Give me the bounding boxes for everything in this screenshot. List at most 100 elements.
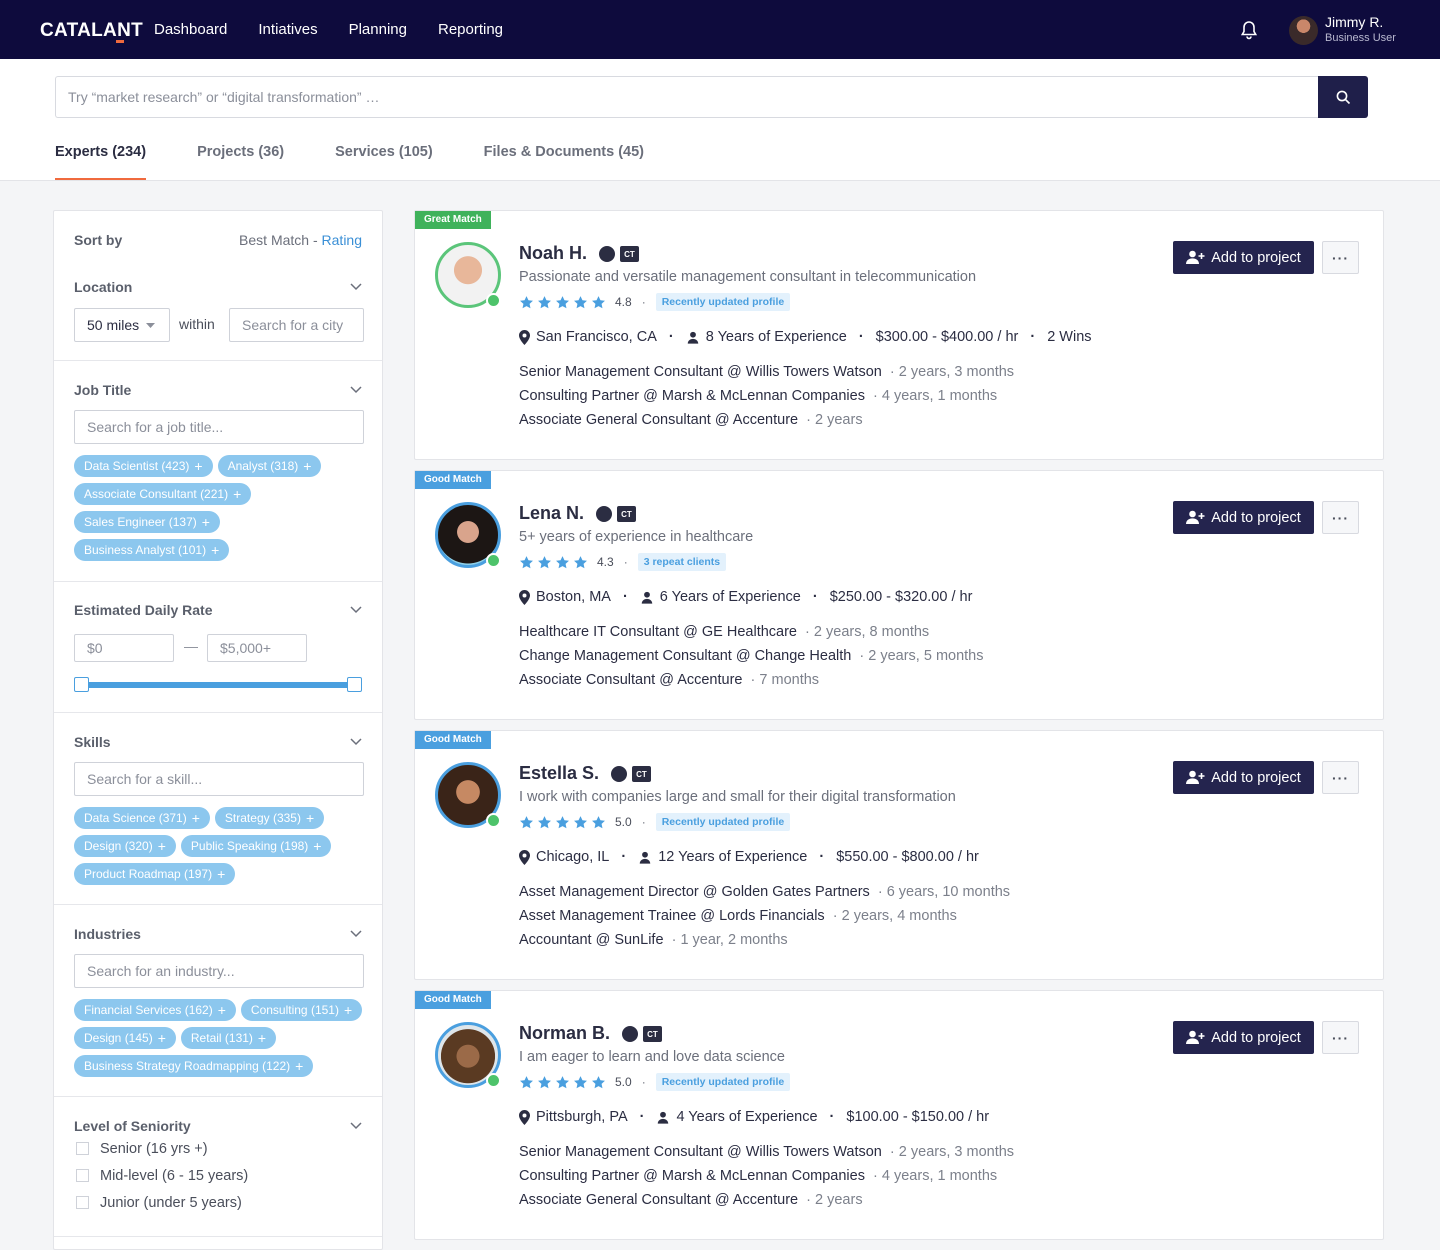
skills-input[interactable]	[74, 762, 364, 796]
skills-heading: Skills	[74, 734, 111, 750]
chip-associate-consultant[interactable]: Associate Consultant (221) +	[74, 483, 252, 505]
add-to-project-button[interactable]: Add to project	[1173, 1021, 1314, 1054]
chip-retail[interactable]: Retail (131) +	[180, 1027, 277, 1049]
plus-icon: +	[233, 486, 242, 502]
nav-initiatives[interactable]: Intiatives	[258, 21, 317, 38]
more-options-button[interactable]: ···	[1322, 241, 1359, 274]
add-to-project-button[interactable]: Add to project	[1173, 761, 1314, 794]
chevron-down-icon[interactable]	[350, 930, 362, 938]
chip-analyst[interactable]: Analyst (318) +	[217, 455, 322, 477]
catalant-logo[interactable]: CATALANT	[40, 20, 143, 43]
chevron-down-icon[interactable]	[350, 738, 362, 746]
expert-name[interactable]: Noah H.	[519, 243, 587, 264]
expert-card[interactable]: Good Match Lena N. CT 5+ years of experi…	[414, 470, 1384, 720]
expert-name[interactable]: Norman B.	[519, 1023, 610, 1044]
chip-business-analyst[interactable]: Business Analyst (101) +	[74, 539, 230, 561]
star-icon	[538, 555, 551, 568]
more-options-button[interactable]: ···	[1322, 1021, 1359, 1054]
add-to-project-button[interactable]: Add to project	[1173, 501, 1314, 534]
chip-product-roadmap[interactable]: Product Roadmap (197) +	[74, 863, 236, 885]
sort-label: Sort by	[74, 232, 123, 248]
chip-design-industry[interactable]: Design (145) +	[74, 1027, 176, 1049]
star-icon	[520, 1075, 533, 1088]
star-icon	[520, 555, 533, 568]
rate-slider-track[interactable]	[81, 682, 355, 688]
chevron-down-icon[interactable]	[350, 1122, 362, 1130]
seniority-senior[interactable]: Senior (16 yrs +)	[76, 1135, 248, 1162]
rate-slider-min-handle[interactable]	[74, 677, 89, 692]
nav-planning[interactable]: Planning	[349, 21, 407, 38]
bell-icon[interactable]	[1240, 20, 1258, 40]
city-search-input[interactable]	[229, 308, 364, 342]
add-to-project-button[interactable]: Add to project	[1173, 241, 1314, 274]
plus-icon: +	[201, 514, 210, 530]
nav-reporting[interactable]: Reporting	[438, 21, 503, 38]
expert-meta: Chicago, IL · 12 Years of Experience · $…	[519, 849, 979, 865]
expert-meta: Boston, MA · 6 Years of Experience · $25…	[519, 589, 972, 605]
team-icon	[596, 506, 612, 522]
separator-dot: ·	[623, 555, 628, 569]
chip-data-science[interactable]: Data Science (371) +	[74, 807, 210, 829]
checkbox[interactable]	[76, 1196, 89, 1209]
industries-heading: Industries	[74, 926, 141, 942]
history-role: Consulting Partner @ Marsh & McLennan Co…	[519, 388, 865, 404]
expert-name[interactable]: Estella S.	[519, 763, 599, 784]
user-name[interactable]: Jimmy R.	[1325, 14, 1383, 30]
expert-card[interactable]: Great Match Noah H. CT Passionate and ve…	[414, 210, 1384, 460]
rate-slider-max-handle[interactable]	[347, 677, 362, 692]
chip-financial-services[interactable]: Financial Services (162) +	[74, 999, 236, 1021]
history-row: Associate Consultant @ Accenture · 7 mon…	[519, 672, 820, 688]
user-avatar[interactable]	[1289, 16, 1318, 45]
seniority-mid[interactable]: Mid-level (6 - 15 years)	[76, 1162, 248, 1189]
checkbox[interactable]	[76, 1142, 89, 1155]
search-button[interactable]	[1318, 76, 1368, 118]
tab-files-documents[interactable]: Files & Documents (45)	[484, 144, 644, 180]
chip-sales-engineer[interactable]: Sales Engineer (137) +	[74, 511, 220, 533]
checkbox[interactable]	[76, 1169, 89, 1182]
rating-row: 4.8 · Recently updated profile	[519, 293, 791, 311]
more-options-button[interactable]: ···	[1322, 761, 1359, 794]
expert-badges: CT	[599, 246, 639, 262]
chip-consulting[interactable]: Consulting (151) +	[240, 999, 363, 1021]
more-options-button[interactable]: ···	[1322, 501, 1359, 534]
rate-max-input[interactable]	[207, 634, 307, 662]
seniority-junior[interactable]: Junior (under 5 years)	[76, 1189, 248, 1216]
history-role: Associate General Consultant @ Accenture	[519, 1192, 799, 1208]
tab-projects[interactable]: Projects (36)	[197, 144, 284, 180]
chip-strategy[interactable]: Strategy (335) +	[214, 807, 325, 829]
chip-design[interactable]: Design (320) +	[74, 835, 176, 857]
chip-business-strategy-roadmapping[interactable]: Business Strategy Roadmapping (122) +	[74, 1055, 314, 1077]
nav-dashboard[interactable]: Dashboard	[154, 21, 227, 38]
location-pin-icon	[519, 329, 530, 345]
expert-card[interactable]: Good Match Norman B. CT I am eager to le…	[414, 990, 1384, 1240]
chevron-down-icon[interactable]	[350, 386, 362, 394]
plus-icon: +	[211, 542, 220, 558]
history-duration: 7 months	[759, 672, 820, 688]
sort-best-match[interactable]: Best Match	[239, 232, 309, 248]
rate-min-input[interactable]	[74, 634, 174, 662]
tab-experts[interactable]: Experts (234)	[55, 144, 147, 180]
sort-rating[interactable]: Rating	[322, 232, 362, 248]
status-pill: Recently updated profile	[655, 1073, 791, 1091]
chevron-down-icon[interactable]	[350, 283, 362, 291]
history-duration: 2 years	[815, 412, 863, 428]
separator-dot: ·	[622, 589, 628, 605]
seniority-heading: Level of Seniority	[74, 1118, 191, 1134]
expert-badges: CT	[611, 766, 651, 782]
chip-public-speaking[interactable]: Public Speaking (198) +	[180, 835, 332, 857]
tab-services[interactable]: Services (105)	[335, 144, 433, 180]
expert-card[interactable]: Good Match Estella S. CT I work with com…	[414, 730, 1384, 980]
history-duration: 2 years, 3 months	[898, 1144, 1015, 1160]
search-input[interactable]	[55, 76, 1319, 118]
chip-data-scientist[interactable]: Data Scientist (423) +	[74, 455, 213, 477]
expert-experience: 6 Years of Experience	[659, 589, 801, 605]
history-duration: 2 years, 4 months	[841, 908, 957, 924]
chevron-down-icon[interactable]	[350, 606, 362, 614]
add-user-icon	[1186, 250, 1205, 264]
distance-select[interactable]: 50 miles	[74, 308, 170, 342]
industries-input[interactable]	[74, 954, 364, 988]
job-title-input[interactable]	[74, 410, 364, 444]
expert-name[interactable]: Lena N.	[519, 503, 584, 524]
ct-badge-icon: CT	[617, 506, 636, 522]
history-duration: 6 years, 10 months	[886, 884, 1011, 900]
